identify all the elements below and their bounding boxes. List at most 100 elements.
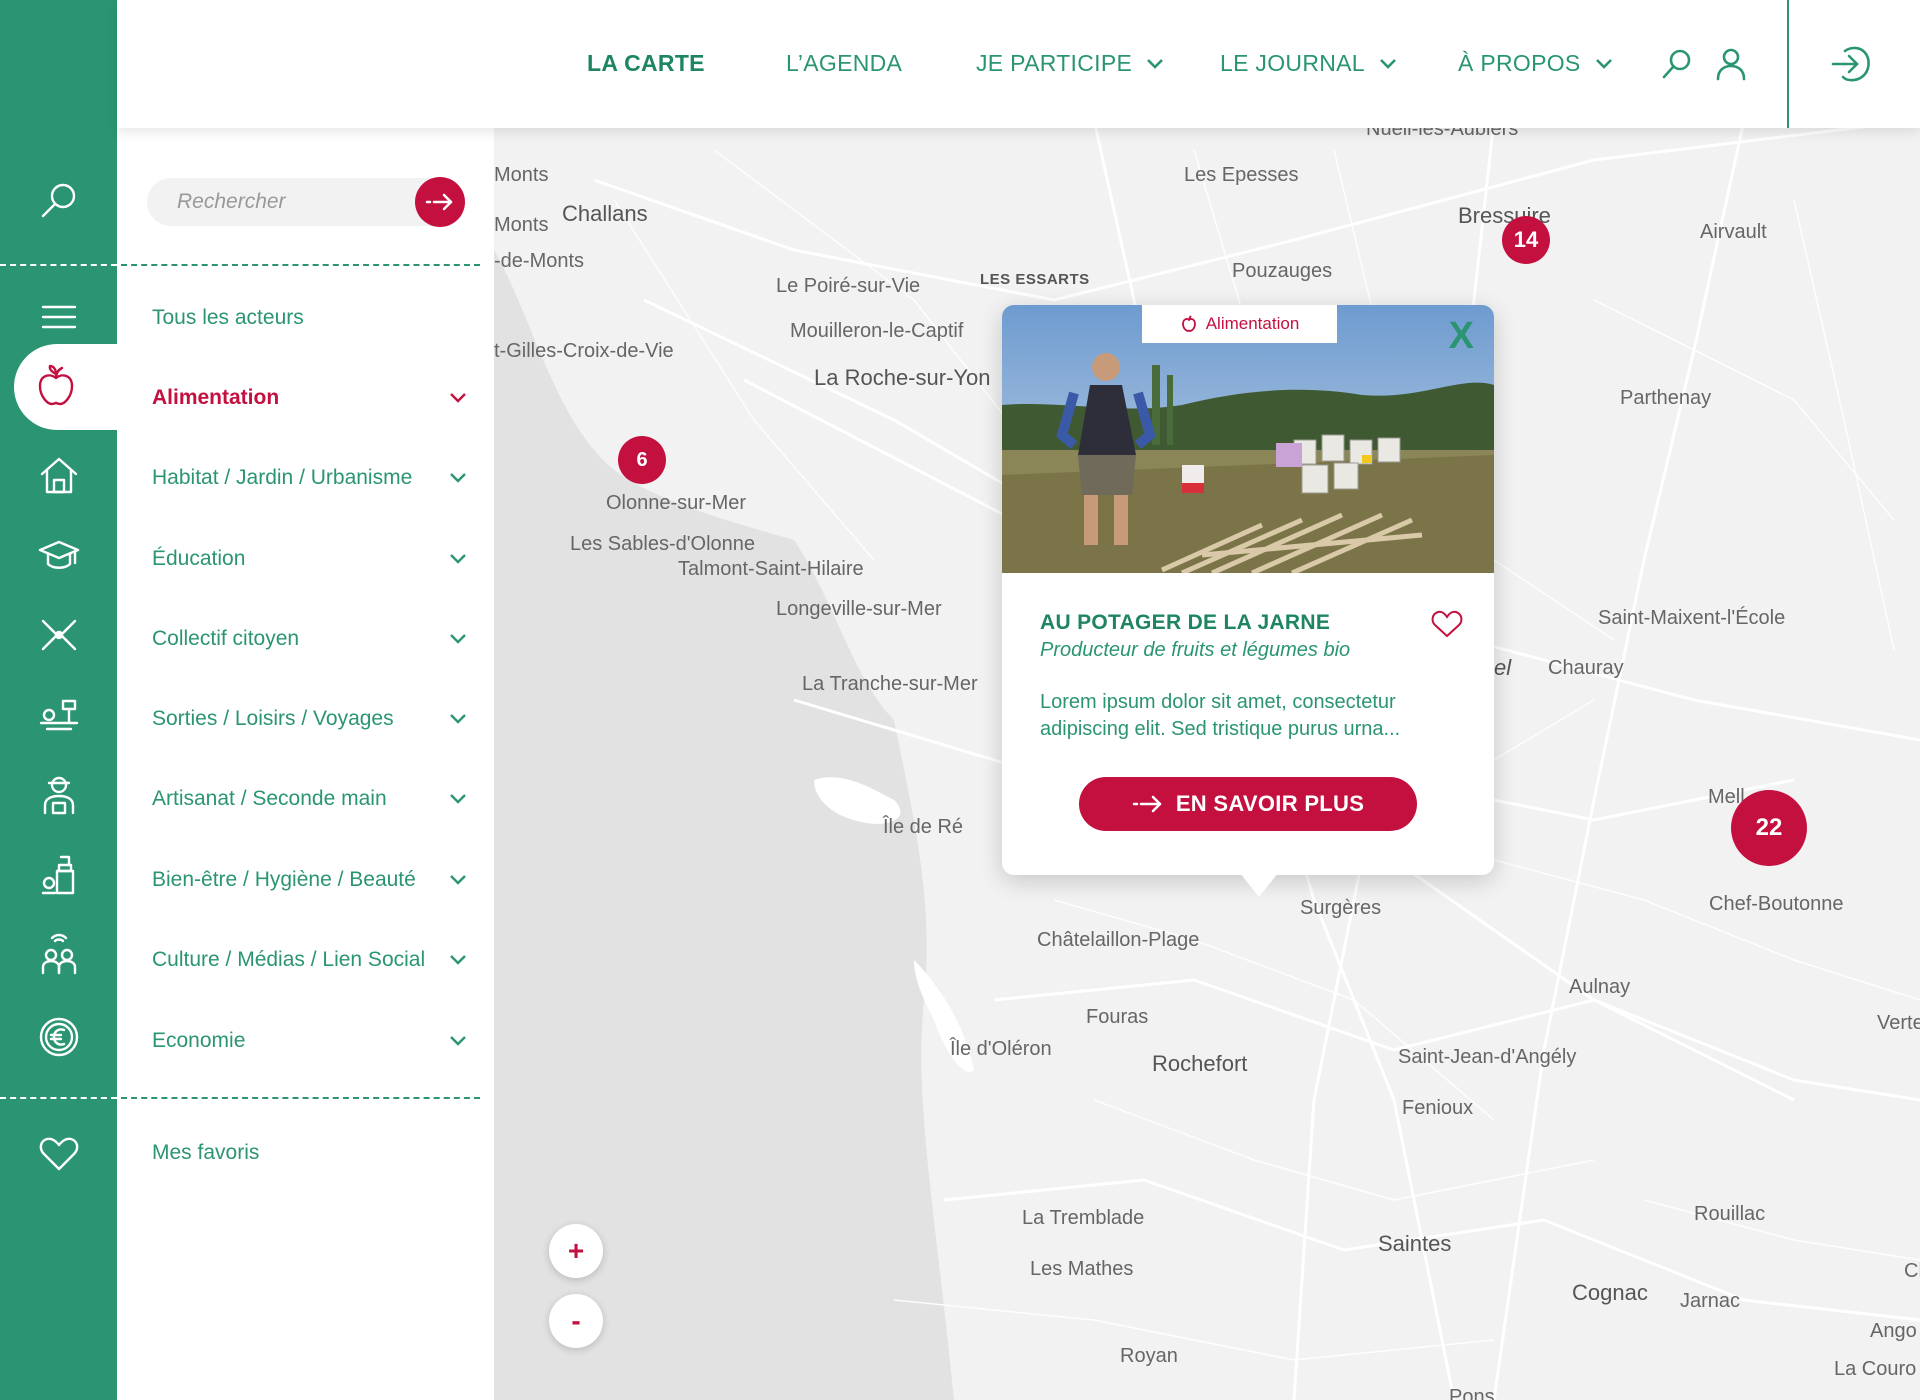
category-alimentation[interactable]: Alimentation	[152, 378, 472, 418]
map-town: Fouras	[1086, 1006, 1149, 1028]
category-label: Éducation	[152, 547, 246, 570]
menu-icon	[41, 305, 76, 329]
chevron-down-icon	[450, 794, 466, 804]
map-town: Chef-Boutonne	[1709, 893, 1844, 915]
chevron-down-icon	[450, 1036, 466, 1046]
header-account-button[interactable]	[1713, 46, 1749, 82]
map-town: La Tremblade	[1022, 1207, 1145, 1229]
rail-bienetre-button[interactable]	[0, 840, 117, 910]
category-label: Culture / Médias / Lien Social	[152, 948, 426, 971]
map-town: Monts	[494, 214, 549, 236]
rail-search-button[interactable]	[0, 165, 117, 235]
nav-a-propos[interactable]: À PROPOS	[1458, 50, 1613, 77]
map-town: Royan	[1120, 1345, 1178, 1367]
map-town: La Roche-sur-Yon	[814, 365, 991, 390]
nav-je-participe[interactable]: JE PARTICIPE	[976, 50, 1164, 77]
category-bien-etre[interactable]: Bien-être / Hygiène / Beauté	[152, 860, 472, 900]
actor-photo	[1002, 305, 1494, 573]
map-town: Airvault	[1700, 221, 1767, 243]
map-town: Jarnac	[1680, 1290, 1741, 1312]
rail-economie-button[interactable]	[0, 1002, 117, 1072]
signpost-icon	[39, 699, 78, 731]
map-town: Surgères	[1300, 897, 1382, 919]
arrow-right-icon	[1132, 795, 1162, 813]
nav-agenda[interactable]: L’AGENDA	[786, 50, 902, 77]
map-cluster[interactable]: 22	[1731, 790, 1807, 866]
zoom-in-button[interactable]: +	[549, 1224, 603, 1278]
category-artisanat[interactable]: Artisanat / Seconde main	[152, 779, 472, 819]
category-culture[interactable]: Culture / Médias / Lien Social	[152, 940, 472, 980]
category-collectif-citoyen[interactable]: Collectif citoyen	[152, 619, 472, 659]
map-town: Verte	[1877, 1012, 1920, 1034]
search-submit-button[interactable]	[415, 177, 465, 227]
nav-a-propos-label: À PROPOS	[1458, 50, 1581, 76]
euro-icon	[39, 1017, 78, 1057]
map-town: Mouilleron-le-Captif	[790, 320, 964, 342]
map-cluster[interactable]: 14	[1502, 216, 1550, 264]
category-label: Collectif citoyen	[152, 627, 300, 650]
search-box	[147, 177, 465, 227]
map-town: Saint-Jean-d'Angély	[1398, 1046, 1577, 1068]
zoom-out-button[interactable]: -	[549, 1294, 603, 1348]
map-town: Pons	[1449, 1386, 1495, 1400]
map-cluster[interactable]: 6	[618, 436, 666, 484]
category-economie[interactable]: Economie	[152, 1021, 472, 1061]
map-town: -de-Monts	[494, 250, 585, 272]
favorite-button[interactable]	[1430, 607, 1464, 639]
learn-more-button[interactable]: EN SAVOIR PLUS	[1079, 777, 1417, 831]
house-icon	[40, 457, 77, 494]
rail-education-button[interactable]	[0, 520, 117, 590]
map-town: Parthenay	[1620, 387, 1712, 409]
map-town: Les Mathes	[1030, 1258, 1134, 1280]
rail-artisanat-button[interactable]	[0, 760, 117, 830]
category-tous-les-acteurs[interactable]: Tous les acteurs	[152, 298, 472, 338]
map-town: t-Gilles-Croix-de-Vie	[494, 340, 674, 362]
map-town: Monts	[494, 164, 549, 186]
heart-icon	[39, 1137, 78, 1171]
rail-divider-top	[0, 264, 117, 266]
nav-le-journal[interactable]: LE JOURNAL	[1220, 50, 1397, 77]
map-town: Saint-Maixent-l'École	[1598, 607, 1786, 629]
search-icon	[1662, 49, 1691, 79]
header-login-button[interactable]	[1829, 42, 1873, 86]
header-search-button[interactable]	[1659, 46, 1695, 82]
nav-je-participe-label: JE PARTICIPE	[976, 50, 1133, 76]
map-town: Pouzauges	[1232, 260, 1333, 282]
rail-curve-bottom	[117, 430, 147, 474]
rail-sorties-button[interactable]	[0, 680, 117, 750]
spray-bottle-icon	[41, 855, 74, 895]
popup-close-button[interactable]: X	[1449, 317, 1474, 355]
rail-collectif-button[interactable]	[0, 600, 117, 670]
chevron-down-icon	[450, 714, 466, 724]
category-sorties[interactable]: Sorties / Loisirs / Voyages	[152, 699, 472, 739]
category-habitat[interactable]: Habitat / Jardin / Urbanisme	[152, 458, 472, 498]
nav-le-journal-label: LE JOURNAL	[1220, 50, 1365, 76]
apple-icon	[1181, 315, 1196, 332]
chevron-down-icon	[450, 955, 466, 965]
actor-description: Lorem ipsum dolor sit amet, consectetur …	[1040, 691, 1401, 740]
search-input[interactable]	[147, 178, 407, 226]
rail-alimentation-button[interactable]	[14, 344, 144, 430]
rail-culture-button[interactable]	[0, 920, 117, 990]
rail-divider-bottom	[0, 1097, 117, 1099]
photo-illustration	[1002, 305, 1494, 573]
top-header: LA CARTE L’AGENDA JE PARTICIPE LE JOURNA…	[117, 0, 1920, 128]
map-town: La Tranche-sur-Mer	[802, 673, 978, 695]
chevron-down-icon	[450, 554, 466, 564]
map-town: Les Sables-d'Olonne	[570, 533, 756, 555]
map-town: Saintes	[1378, 1231, 1452, 1256]
category-education[interactable]: Éducation	[152, 539, 472, 579]
rail-habitat-button[interactable]	[0, 440, 117, 510]
rail-menu-button[interactable]	[0, 282, 117, 352]
actor-subtitle: Producteur de fruits et légumes bio	[1040, 639, 1351, 661]
nav-la-carte[interactable]: LA CARTE	[587, 50, 705, 77]
favorites-link[interactable]: Mes favoris	[152, 1133, 472, 1173]
map-town: Ch	[1904, 1260, 1920, 1282]
chevron-down-icon	[450, 875, 466, 885]
category-panel: Tous les acteurs Alimentation Habitat / …	[117, 128, 494, 1400]
map-town: Aulnay	[1569, 976, 1631, 998]
category-label: Habitat / Jardin / Urbanisme	[152, 466, 413, 489]
map-town: Île d'Oléron	[950, 1038, 1052, 1060]
rail-favorites-button[interactable]	[0, 1118, 117, 1188]
map-town: Fenioux	[1402, 1097, 1474, 1119]
